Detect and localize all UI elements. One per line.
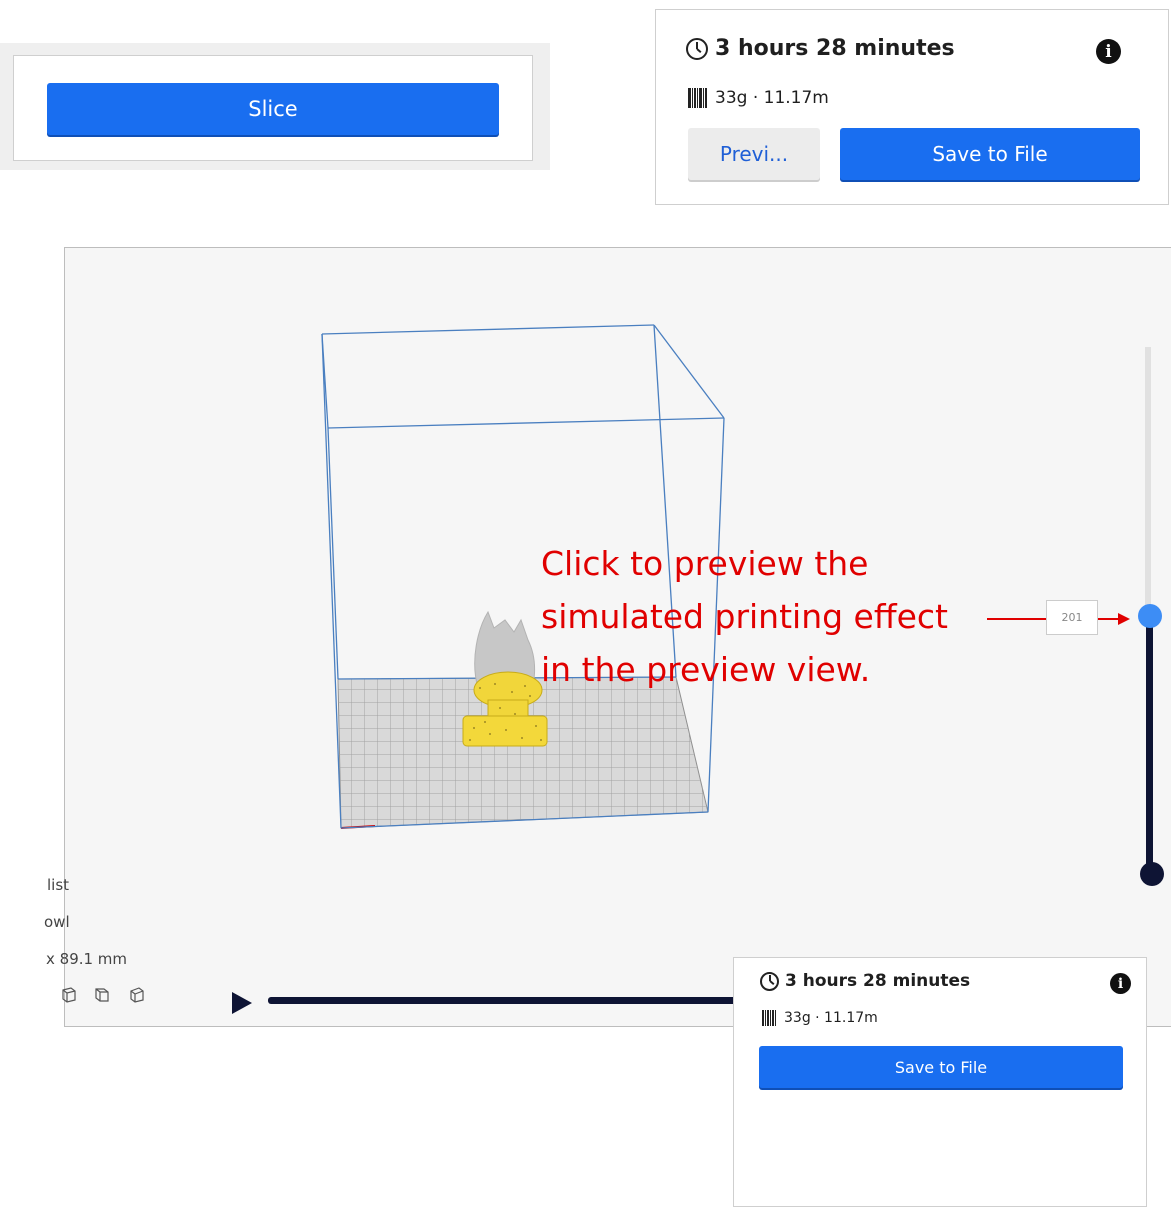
view-icon[interactable] xyxy=(128,986,145,1003)
3d-model xyxy=(462,610,548,747)
build-scene xyxy=(321,324,1130,829)
annotation-text: Click to preview the simulated printing … xyxy=(541,537,948,696)
material-usage: 33g · 11.17m xyxy=(784,1010,878,1026)
annotation-line: Click to preview the xyxy=(541,544,869,583)
layer-slider-range[interactable] xyxy=(1146,622,1153,872)
view-icon[interactable] xyxy=(94,986,111,1003)
layer-slider-bottom-handle[interactable] xyxy=(1140,862,1164,886)
object-dimensions: x 89.1 mm xyxy=(46,950,128,968)
layer-number-box[interactable]: 201 xyxy=(1046,600,1098,635)
annotation-line: in the preview view. xyxy=(541,650,871,689)
clock-icon xyxy=(760,971,779,991)
annotation-line: simulated printing effect xyxy=(541,597,948,636)
print-info-panel-bottom: 3 hours 28 minutes i 33g · 11.17m Save t… xyxy=(733,957,1147,1207)
layer-slider-top-handle[interactable] xyxy=(1138,604,1162,628)
material-row: 33g · 11.17m xyxy=(762,1010,878,1026)
view-buttons xyxy=(60,986,145,1003)
layer-slider-track[interactable] xyxy=(1145,347,1151,611)
print-time-row: 3 hours 28 minutes xyxy=(760,971,970,991)
info-icon[interactable]: i xyxy=(1110,973,1131,994)
filament-icon xyxy=(762,1010,776,1026)
object-name: owl xyxy=(44,913,70,931)
simulation-timeline-track[interactable] xyxy=(268,997,798,1004)
save-to-file-button[interactable]: Save to File xyxy=(759,1046,1123,1088)
play-icon[interactable] xyxy=(232,992,252,1014)
object-list-label[interactable]: list xyxy=(47,876,167,894)
view-icon[interactable] xyxy=(60,986,77,1003)
print-time: 3 hours 28 minutes xyxy=(785,971,971,991)
